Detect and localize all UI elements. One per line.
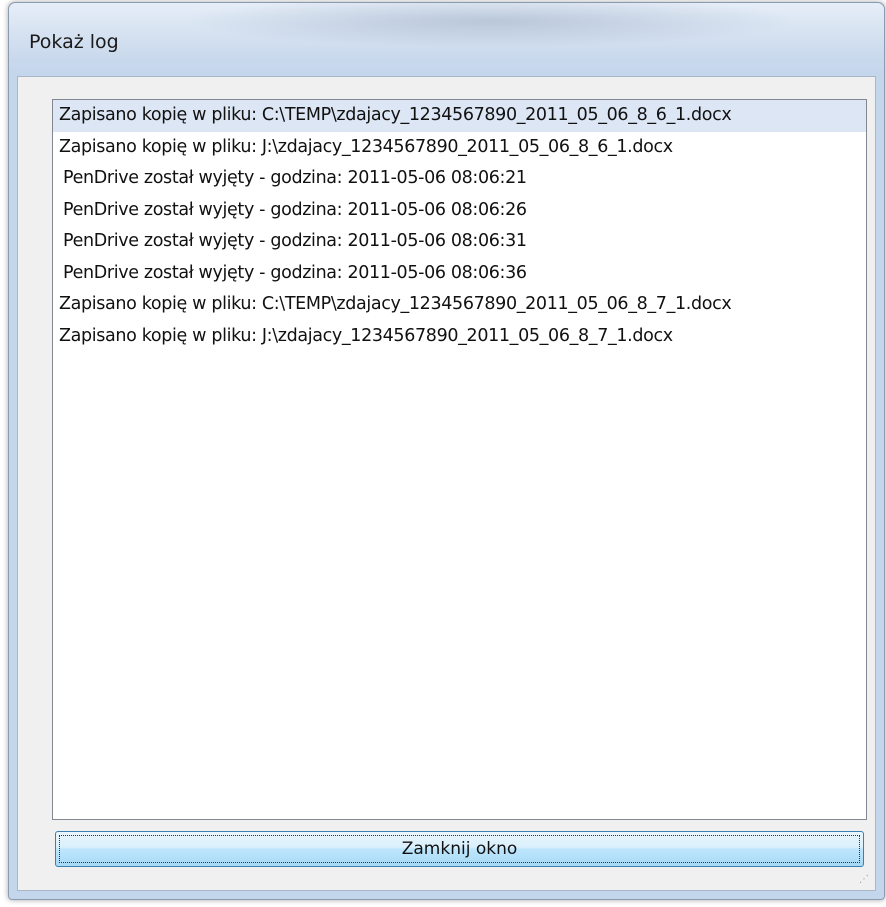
resize-grip-icon[interactable]: ⋰ (859, 874, 871, 886)
log-listbox[interactable]: Zapisano kopię w pliku: C:\TEMP\zdajacy_… (52, 99, 867, 820)
log-entry[interactable]: PenDrive został wyjęty - godzina: 2011-0… (53, 195, 866, 227)
dialog-client-area: Zapisano kopię w pliku: C:\TEMP\zdajacy_… (17, 76, 876, 891)
close-window-button[interactable]: Zamknij okno (55, 831, 864, 867)
window-title: Pokaż log (29, 31, 119, 53)
log-dialog-window: Pokaż log Zapisano kopię w pliku: C:\TEM… (8, 2, 885, 900)
log-entry[interactable]: PenDrive został wyjęty - godzina: 2011-0… (53, 163, 866, 195)
log-entry[interactable]: Zapisano kopię w pliku: C:\TEMP\zdajacy_… (53, 100, 866, 132)
log-entry[interactable]: PenDrive został wyjęty - godzina: 2011-0… (53, 226, 866, 258)
close-window-button-label: Zamknij okno (401, 839, 518, 859)
log-entry[interactable]: Zapisano kopię w pliku: C:\TEMP\zdajacy_… (53, 289, 866, 321)
log-entry[interactable]: Zapisano kopię w pliku: J:\zdajacy_12345… (53, 132, 866, 164)
log-entry[interactable]: Zapisano kopię w pliku: J:\zdajacy_12345… (53, 321, 866, 353)
log-entry[interactable]: PenDrive został wyjęty - godzina: 2011-0… (53, 258, 866, 290)
title-bar[interactable]: Pokaż log (9, 3, 884, 63)
